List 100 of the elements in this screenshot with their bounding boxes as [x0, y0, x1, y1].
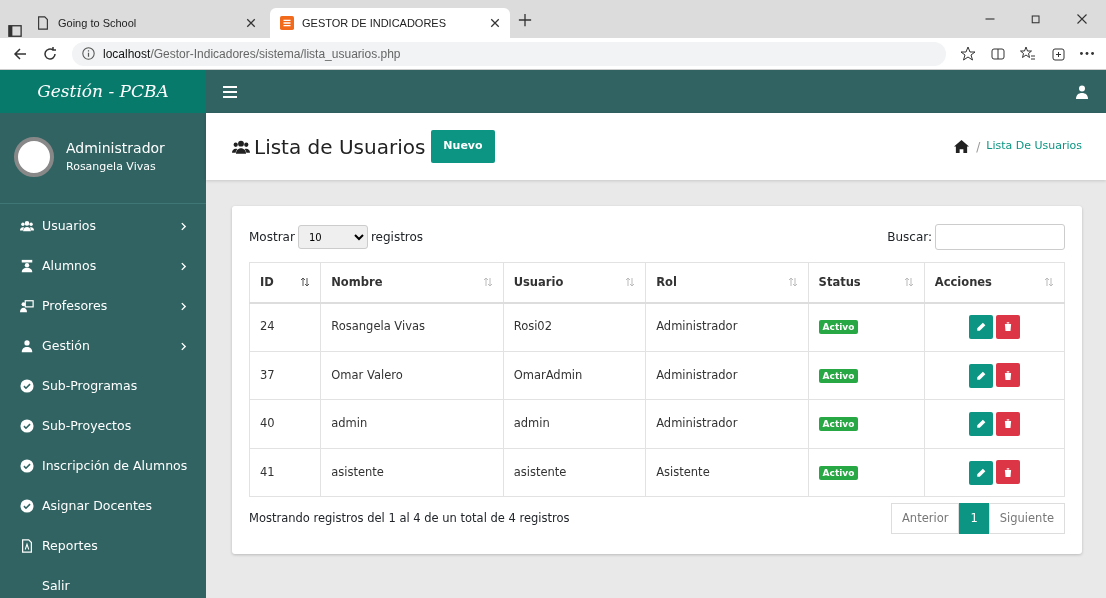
table-cell: Rosangela Vivas	[320, 302, 504, 351]
restore-icon	[1030, 13, 1042, 25]
edit-button[interactable]	[968, 460, 993, 485]
records-label: registros	[370, 229, 424, 246]
teacher-icon	[20, 299, 34, 313]
plus-icon	[518, 12, 532, 27]
delete-button[interactable]	[995, 411, 1020, 436]
delete-button[interactable]	[995, 460, 1020, 484]
page-button[interactable]: 1	[959, 503, 989, 535]
table-cell: Administrador	[645, 351, 809, 400]
pencil-icon	[975, 467, 986, 478]
sidebar-item[interactable]: Alumnos	[0, 246, 206, 286]
close-icon	[1076, 13, 1088, 25]
search-field[interactable]	[935, 224, 1065, 250]
close-icon	[246, 18, 256, 28]
edit-button[interactable]	[968, 363, 993, 388]
avatar	[14, 137, 54, 177]
breadcrumb-link[interactable]: Lista De Usuarios	[986, 138, 1082, 155]
user-icon[interactable]	[1074, 83, 1090, 100]
search-label: Buscar:	[887, 229, 932, 246]
back-icon	[12, 45, 28, 62]
status-badge: Activo	[818, 417, 859, 432]
star-icon	[960, 45, 976, 62]
table-cell: Administrador	[645, 399, 809, 448]
sidebar-item[interactable]: Sub-Proyectos	[0, 406, 206, 446]
table-cell: 40	[249, 399, 321, 448]
table-cell: 37	[249, 351, 321, 400]
brand-logo: Gestión - PCBA	[0, 70, 206, 113]
chevron-right-icon	[179, 221, 188, 231]
person-icon	[20, 339, 34, 353]
favorites-icon	[1020, 45, 1036, 62]
table-cell: Omar Valero	[320, 351, 504, 400]
sidebar-toggle-icon[interactable]	[8, 24, 22, 38]
check-circle-icon	[20, 499, 34, 513]
info-icon	[82, 47, 95, 60]
delete-button[interactable]	[995, 314, 1020, 339]
column-header[interactable]: Acciones	[924, 262, 1065, 303]
column-header[interactable]: Rol	[645, 262, 809, 303]
sidebar-item[interactable]: Reportes	[0, 526, 206, 566]
table-info: Mostrando registros del 1 al 4 de un total de 4 registros	[249, 510, 570, 527]
new-button[interactable]: Nuevo	[431, 130, 495, 163]
page-size-select[interactable]: 10	[297, 225, 368, 249]
student-icon	[20, 259, 34, 273]
page-button[interactable]: Anterior	[891, 503, 960, 535]
sidebar-item[interactable]: Inscripción de Alumnos	[0, 446, 206, 486]
delete-button[interactable]	[995, 363, 1020, 387]
breadcrumb-separator: /	[976, 138, 981, 156]
show-label: Mostrar	[249, 229, 295, 246]
pencil-icon	[975, 322, 986, 333]
refresh-icon	[42, 45, 58, 62]
more-icon[interactable]	[1080, 52, 1094, 55]
page-title: Lista de Usuarios	[230, 134, 426, 159]
table-cell: asistente	[320, 448, 504, 497]
pencil-icon	[975, 419, 986, 429]
sidebar-item[interactable]: Asignar Docentes	[0, 486, 206, 526]
sidebar-item[interactable]: Gestión	[0, 326, 206, 366]
column-header[interactable]: Status	[808, 262, 925, 303]
edit-button[interactable]	[968, 412, 993, 436]
status-badge: Activo	[818, 320, 859, 335]
column-header[interactable]: Usuario	[503, 262, 646, 303]
favicon-icon	[280, 16, 294, 30]
edit-button[interactable]	[968, 315, 993, 340]
chevron-right-icon	[179, 341, 188, 351]
split-icon	[990, 45, 1006, 62]
home-icon[interactable]	[953, 139, 971, 154]
users-icon	[20, 219, 34, 233]
status-badge: Activo	[818, 368, 859, 383]
page-icon	[36, 16, 50, 30]
pencil-icon	[975, 370, 986, 381]
status-badge: Activo	[818, 465, 859, 480]
table-cell: Administrador	[645, 302, 809, 351]
collections-icon	[1050, 45, 1066, 62]
sidebar-item[interactable]: Usuarios	[0, 206, 206, 246]
chevron-right-icon	[179, 261, 188, 271]
chevron-right-icon	[179, 301, 188, 311]
check-circle-icon	[20, 419, 34, 433]
table-cell: 41	[249, 448, 321, 497]
sidebar-item[interactable]: Profesores	[0, 286, 206, 326]
trash-icon	[1002, 466, 1013, 478]
sidebar-item[interactable]: Sub-Programas	[0, 366, 206, 406]
table-cell: admin	[503, 399, 646, 448]
table-cell: Rosi02	[503, 302, 646, 351]
trash-icon	[1002, 369, 1013, 381]
table-cell: Asistente	[645, 448, 809, 497]
menu-icon[interactable]	[222, 83, 238, 100]
page-button[interactable]: Siguiente	[988, 503, 1065, 535]
pdf-file-icon	[20, 539, 34, 553]
browser-tab[interactable]: GESTOR DE INDICADORES	[270, 8, 510, 38]
user-name: Rosangela Vivas	[66, 159, 157, 176]
browser-tab[interactable]: Going to School	[26, 8, 266, 38]
address-bar[interactable]: localhost/Gestor-Indicadores/sistema/lista_usuarios.php	[72, 41, 946, 66]
trash-icon	[1002, 418, 1013, 429]
check-circle-icon	[20, 459, 34, 473]
sidebar-item[interactable]: Salir	[0, 566, 206, 598]
user-role: Administrador	[66, 139, 165, 159]
table-cell: admin	[320, 399, 504, 448]
column-header[interactable]: Nombre	[320, 262, 504, 303]
column-header[interactable]: ID	[249, 262, 321, 303]
table-cell: asistente	[503, 448, 646, 497]
trash-icon	[1002, 321, 1013, 333]
